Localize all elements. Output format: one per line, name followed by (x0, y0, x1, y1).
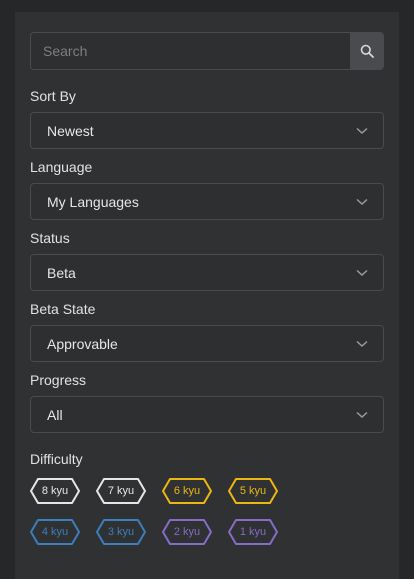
difficulty-badge-8-kyu[interactable]: 8 kyu (30, 477, 80, 505)
badge-label: 4 kyu (41, 526, 69, 538)
difficulty-badge-4-kyu[interactable]: 4 kyu (30, 518, 80, 546)
language-select[interactable]: My Languages (30, 183, 384, 220)
status-value: Beta (47, 264, 76, 281)
chevron-down-icon (356, 198, 368, 205)
difficulty-label: Difficulty (30, 451, 83, 467)
badge-label: 5 kyu (239, 485, 267, 497)
search-box (30, 32, 384, 70)
progress-select[interactable]: All (30, 396, 384, 433)
difficulty-badge-1-kyu[interactable]: 1 kyu (228, 518, 278, 546)
language-value: My Languages (47, 193, 139, 210)
difficulty-badge-3-kyu[interactable]: 3 kyu (96, 518, 146, 546)
badge-label: 2 kyu (173, 526, 201, 538)
filter-panel: Sort By Newest Language My Languages Sta… (15, 12, 399, 579)
chevron-down-icon (356, 411, 368, 418)
search-input[interactable] (31, 33, 350, 69)
difficulty-badge-7-kyu[interactable]: 7 kyu (96, 477, 146, 505)
chevron-down-icon (356, 269, 368, 276)
sort-by-label: Sort By (30, 88, 76, 104)
status-select[interactable]: Beta (30, 254, 384, 291)
difficulty-badge-6-kyu[interactable]: 6 kyu (162, 477, 212, 505)
language-label: Language (30, 159, 93, 175)
sort-by-select[interactable]: Newest (30, 112, 384, 149)
badge-label: 3 kyu (107, 526, 135, 538)
search-button[interactable] (350, 33, 383, 69)
badge-label: 1 kyu (239, 526, 267, 538)
difficulty-badge-2-kyu[interactable]: 2 kyu (162, 518, 212, 546)
chevron-down-icon (356, 340, 368, 347)
status-label: Status (30, 230, 70, 246)
badge-label: 7 kyu (107, 485, 135, 497)
progress-value: All (47, 406, 63, 423)
beta-state-value: Approvable (47, 335, 118, 352)
difficulty-badge-5-kyu[interactable]: 5 kyu (228, 477, 278, 505)
badge-label: 6 kyu (173, 485, 201, 497)
badge-label: 8 kyu (41, 485, 69, 497)
progress-label: Progress (30, 372, 87, 388)
beta-state-select[interactable]: Approvable (30, 325, 384, 362)
chevron-down-icon (356, 127, 368, 134)
beta-state-label: Beta State (30, 301, 96, 317)
sort-by-value: Newest (47, 122, 94, 139)
search-icon (360, 44, 374, 58)
